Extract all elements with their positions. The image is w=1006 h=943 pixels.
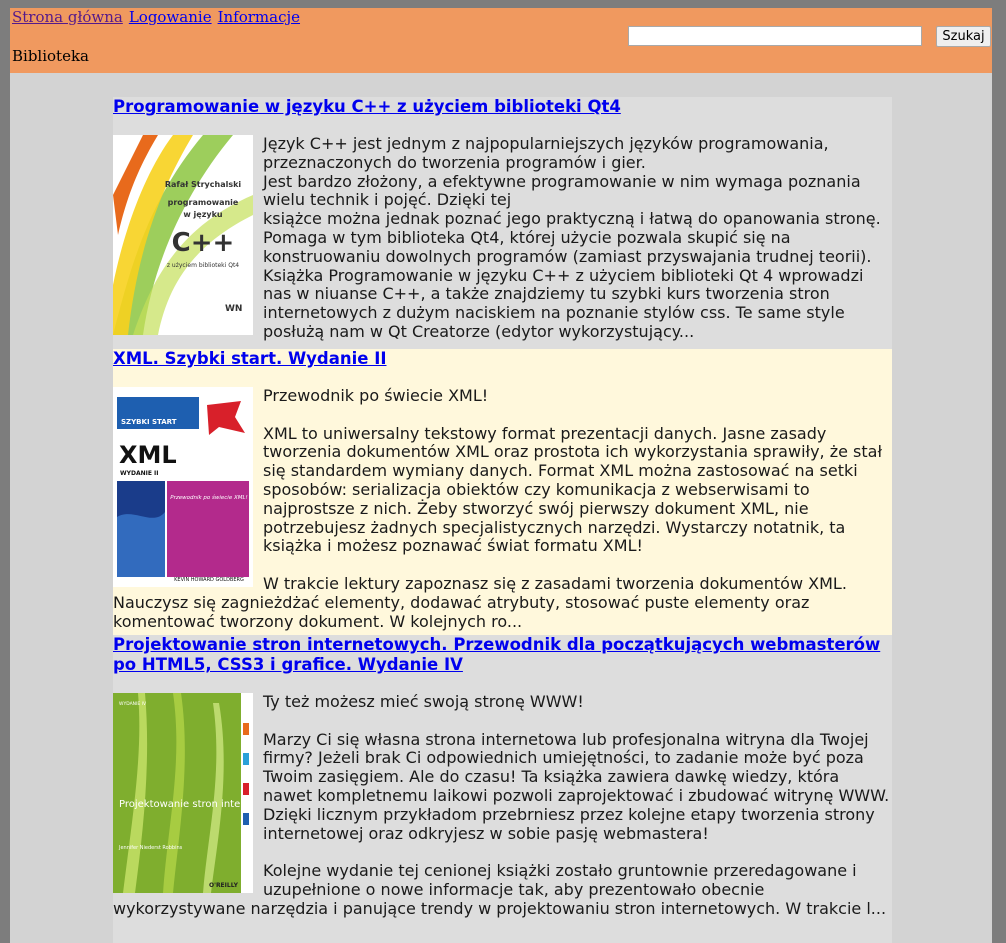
nav-home-link[interactable]: Strona główna	[12, 8, 123, 26]
page-header: Strona główna Logowanie Informacje Bibliot…	[10, 8, 992, 73]
svg-text:WN: WN	[225, 304, 242, 314]
book-item: Programowanie w języku C++ z użyciem bib…	[113, 97, 892, 349]
search-button[interactable]: Szukaj	[936, 26, 991, 47]
svg-text:z użyciem biblioteki Qt4: z użyciem biblioteki Qt4	[167, 262, 239, 269]
svg-text:KEVIN HOWARD GOLDBERG: KEVIN HOWARD GOLDBERG	[174, 577, 244, 583]
book-cover-image[interactable]: SZYBKI START XML WYDANIE II Przewodnik p…	[113, 387, 253, 587]
svg-text:XML: XML	[119, 441, 177, 469]
book-title-link[interactable]: Projektowanie stron internetowych. Przew…	[113, 635, 892, 675]
book-cover-image[interactable]: WYDANIE IV Projektowanie stron interneto…	[113, 693, 253, 893]
nav-info-link[interactable]: Informacje	[218, 8, 300, 26]
svg-text:Przewodnik po świecie XML!: Przewodnik po świecie XML!	[170, 494, 248, 501]
book-title-link[interactable]: XML. Szybki start. Wydanie II	[113, 349, 892, 369]
svg-text:WYDANIE II: WYDANIE II	[120, 470, 159, 477]
book-item: XML. Szybki start. Wydanie II SZYBKI STA…	[113, 349, 892, 635]
svg-text:programowanie: programowanie	[168, 198, 239, 207]
book-title-link[interactable]: Programowanie w języku C++ z użyciem bib…	[113, 97, 892, 117]
svg-text:O'REILLY: O'REILLY	[209, 882, 239, 889]
top-navigation: Strona główna Logowanie Informacje	[12, 8, 306, 26]
main-content: Programowanie w języku C++ z użyciem bib…	[10, 73, 992, 943]
svg-text:Jennifer Niederst Robbins: Jennifer Niederst Robbins	[118, 845, 183, 851]
nav-login-link[interactable]: Logowanie	[129, 8, 212, 26]
svg-text:Rafał Strychalski: Rafał Strychalski	[165, 180, 242, 189]
svg-text:WYDANIE IV: WYDANIE IV	[119, 701, 147, 707]
book-cover-image[interactable]: Rafał Strychalski programowanie w języku…	[113, 135, 253, 335]
search-input[interactable]	[628, 26, 922, 46]
book-item: Projektowanie stron internetowych. Przew…	[113, 635, 892, 943]
svg-text:w języku: w języku	[183, 210, 223, 219]
svg-text:C++: C++	[172, 228, 235, 258]
svg-text:Projektowanie stron internetow: Projektowanie stron internetowych	[119, 799, 253, 810]
site-title: Biblioteka	[12, 47, 89, 65]
svg-text:SZYBKI START: SZYBKI START	[121, 418, 177, 426]
